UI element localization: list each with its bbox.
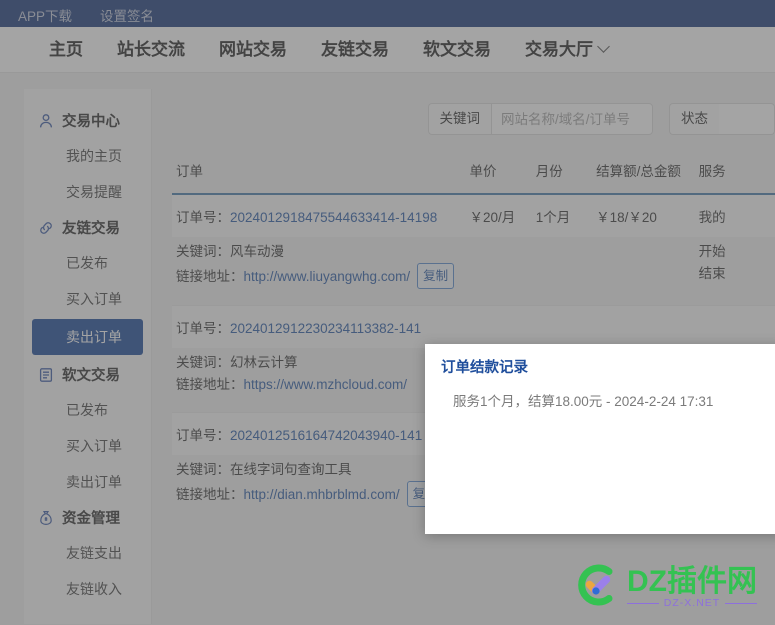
dz-logo-icon (575, 562, 621, 613)
watermark-sub: DZ-X.NET (627, 597, 758, 609)
watermark-rule-right (725, 602, 758, 604)
watermark-domain: DZ-X.NET (663, 597, 721, 609)
watermark-text: DZ插件网 DZ-X.NET (627, 565, 758, 609)
settlement-record-popup: 订单结款记录 服务1个月，结算18.00元 - 2024-2-24 17:31 (425, 344, 775, 534)
watermark-main: DZ插件网 (627, 565, 757, 598)
popup-record-line: 服务1个月，结算18.00元 - 2024-2-24 17:31 (453, 394, 714, 409)
watermark-rule-left (627, 602, 659, 604)
popup-title: 订单结款记录 (441, 360, 528, 376)
watermark: DZ插件网 DZ-X.NET (575, 562, 758, 613)
